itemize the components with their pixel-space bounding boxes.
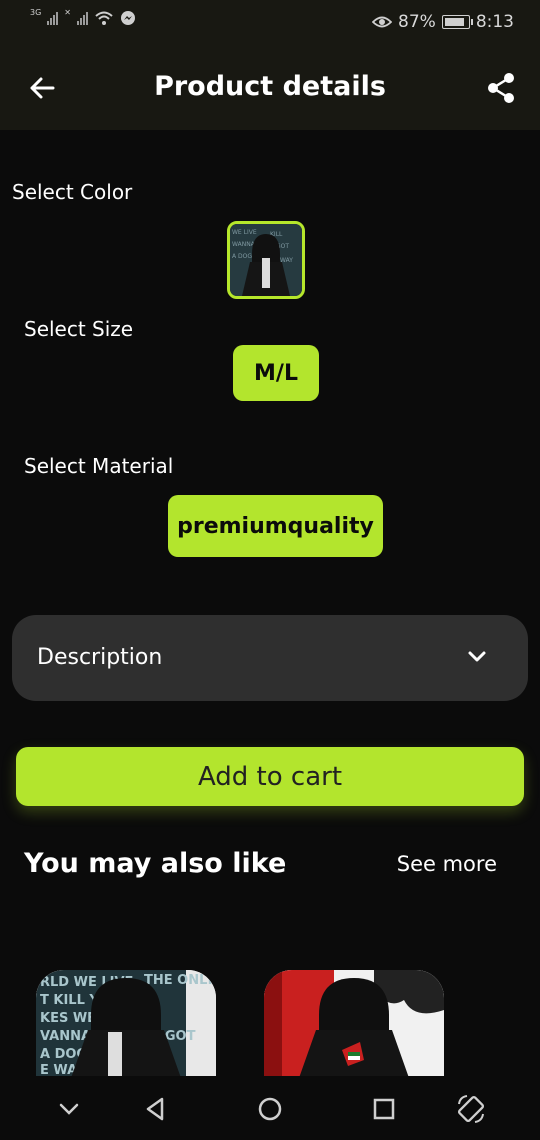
wifi-icon bbox=[95, 11, 113, 25]
chevron-down-icon[interactable] bbox=[54, 1094, 84, 1124]
product-card[interactable]: RLD WE LIVE THE ONLY T KILL YOU KES WERE V… bbox=[36, 970, 216, 1078]
svg-text:VANNA: VANNA bbox=[40, 1029, 91, 1044]
app-bar: Product details bbox=[0, 46, 540, 130]
svg-text:WE LIVE: WE LIVE bbox=[232, 229, 257, 236]
svg-text:WANNA: WANNA bbox=[232, 241, 256, 248]
share-icon[interactable] bbox=[486, 72, 516, 104]
signal-strength-icon-2 bbox=[77, 11, 88, 25]
select-size-label: Select Size bbox=[24, 317, 134, 341]
messenger-icon bbox=[121, 11, 135, 25]
material-option-selected[interactable]: premiumquality bbox=[168, 495, 383, 557]
size-option-selected[interactable]: M/L bbox=[233, 345, 319, 401]
description-accordion[interactable]: Description bbox=[12, 615, 528, 701]
product-card[interactable] bbox=[264, 970, 444, 1078]
back-triangle-icon[interactable] bbox=[140, 1094, 170, 1124]
color-option-selected[interactable]: WE LIVE KILL WANNA GOT A DOG WAY bbox=[227, 221, 305, 299]
select-color-label: Select Color bbox=[12, 180, 133, 204]
select-material-label: Select Material bbox=[24, 454, 174, 478]
rotate-icon[interactable] bbox=[456, 1094, 486, 1124]
also-like-title: You may also like bbox=[24, 848, 287, 879]
battery-icon bbox=[441, 15, 473, 29]
recents-square-icon[interactable] bbox=[369, 1094, 399, 1124]
system-nav-bar bbox=[0, 1076, 540, 1140]
clock: 8:13 bbox=[475, 12, 514, 32]
add-to-cart-button[interactable]: Add to cart bbox=[16, 747, 524, 806]
battery-percent: 87% bbox=[398, 12, 436, 32]
no-service-icon: ✕ bbox=[64, 7, 71, 17]
chevron-down-icon bbox=[468, 651, 486, 662]
joker-hoodie-image: RLD WE LIVE THE ONLY T KILL YOUKES WERE V… bbox=[36, 970, 216, 1078]
svg-text:THE ONLY: THE ONLY bbox=[144, 973, 215, 988]
signal-strength-icon bbox=[47, 11, 59, 25]
see-more-link[interactable]: See more bbox=[397, 852, 497, 876]
status-left: 3G ✕ bbox=[30, 7, 136, 26]
svg-text:A DOG: A DOG bbox=[232, 253, 252, 260]
hoodie-thumbnail-image: WE LIVE KILL WANNA GOT A DOGWAY bbox=[230, 224, 302, 296]
network-type: 3G bbox=[30, 7, 42, 17]
home-circle-icon[interactable] bbox=[255, 1094, 285, 1124]
status-bar: 3G ✕ 87% 8:13 bbox=[0, 0, 540, 46]
graphic-hoodie-image bbox=[264, 970, 444, 1078]
page-title: Product details bbox=[154, 71, 386, 102]
description-label: Description bbox=[37, 645, 163, 670]
eye-comfort-icon bbox=[372, 16, 393, 28]
status-right: 87% 8:13 bbox=[372, 12, 514, 32]
